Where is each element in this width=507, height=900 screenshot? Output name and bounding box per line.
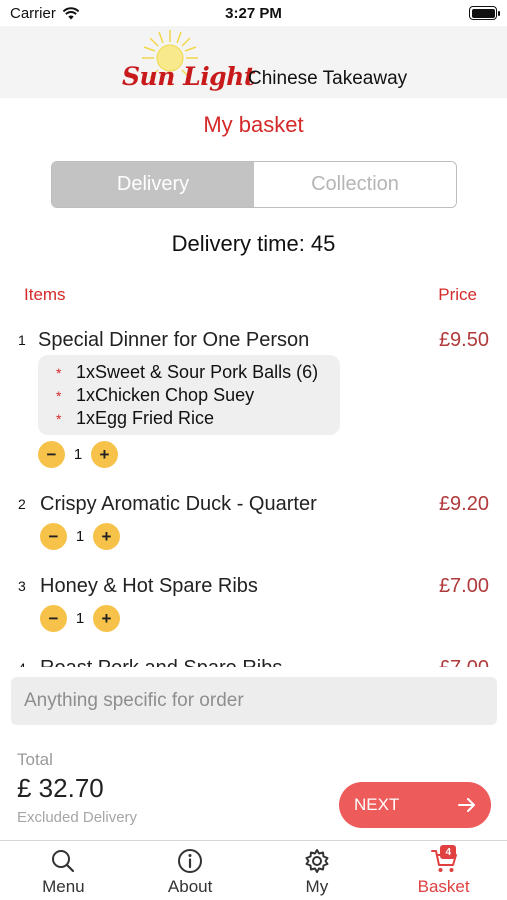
item-name: Crispy Aromatic Duck - Quarter: [40, 493, 317, 515]
battery-icon: [469, 6, 500, 20]
status-bar: Carrier 3:27 PM: [0, 0, 507, 26]
info-icon: [178, 849, 203, 873]
option-line: * 1xSweet & Sour Pork Balls (6): [56, 362, 319, 382]
item-price: £7.00: [438, 575, 489, 597]
item-name: Roast Pork and Spare Ribs: [40, 657, 282, 667]
option-line: * 1xEgg Fried Rice: [56, 408, 215, 428]
page-title: My basket: [203, 112, 304, 137]
basket-item: 1 Special Dinner for One Person £9.50 * 1…: [0, 322, 507, 482]
carrier-label: Carrier: [10, 4, 56, 22]
item-number: 2: [18, 496, 26, 512]
quantity-stepper: − 1 +: [40, 523, 120, 550]
quantity-value: 1: [75, 610, 85, 627]
quantity-stepper: − 1 +: [38, 441, 118, 468]
increase-quantity-button[interactable]: +: [93, 605, 120, 632]
tab-label: My: [305, 877, 329, 896]
item-options: * 1xSweet & Sour Pork Balls (6) * 1xChicke…: [38, 355, 340, 435]
tab-my[interactable]: My: [254, 841, 381, 900]
item-price: £9.50: [438, 329, 489, 351]
items-column-header: Items: [24, 285, 66, 304]
total-label: Total: [17, 750, 53, 769]
tab-basket[interactable]: 4 Basket: [380, 841, 507, 900]
increase-quantity-button[interactable]: +: [91, 441, 118, 468]
delivery-option[interactable]: Delivery: [52, 162, 254, 207]
item-number: 3: [18, 578, 26, 594]
decrease-quantity-button[interactable]: −: [40, 605, 67, 632]
header-banner: Sun Light Chinese Takeaway: [0, 26, 507, 98]
item-name: Honey & Hot Spare Ribs: [40, 575, 258, 597]
price-column-header: Price: [438, 285, 477, 304]
basket-item: 4 Roast Pork and Spare Ribs £7.00: [0, 650, 507, 667]
cart-count-badge: 4: [440, 845, 457, 859]
tab-bar: Menu About My 4 Basket: [0, 840, 507, 900]
delivery-mode-toggle: Delivery Collection: [51, 161, 457, 208]
next-button-label: NEXT: [354, 795, 400, 814]
item-price: £9.20: [438, 493, 489, 515]
quantity-value: 1: [75, 528, 85, 545]
collection-option[interactable]: Collection: [254, 162, 456, 207]
gear-icon: [305, 849, 329, 873]
item-name: Special Dinner for One Person: [38, 329, 310, 351]
decrease-quantity-button[interactable]: −: [40, 523, 67, 550]
wifi-icon: [62, 6, 80, 19]
basket-list[interactable]: 1 Special Dinner for One Person £9.50 * 1…: [0, 322, 507, 667]
option-line: * 1xChicken Chop Suey: [56, 385, 255, 405]
order-note-input[interactable]: [11, 677, 497, 725]
basket-item: 2 Crispy Aromatic Duck - Quarter £9.20 −…: [0, 486, 507, 566]
increase-quantity-button[interactable]: +: [93, 523, 120, 550]
total-amount: £ 32.70: [17, 773, 104, 803]
next-button[interactable]: NEXT: [339, 782, 491, 828]
delivery-time: Delivery time: 45: [171, 231, 336, 256]
item-price: £7.00: [439, 657, 489, 667]
item-number: 4: [18, 660, 26, 667]
decrease-quantity-button[interactable]: −: [38, 441, 65, 468]
asterisk-icon: *: [56, 387, 62, 404]
arrow-right-icon: [458, 798, 475, 812]
brand-subtitle: Chinese Takeaway: [248, 68, 408, 89]
brand-logo-text: Sun Light: [122, 62, 255, 91]
item-number: 1: [18, 332, 26, 348]
quantity-stepper: − 1 +: [40, 605, 120, 632]
tab-label: Basket: [417, 877, 470, 896]
quantity-value: 1: [73, 446, 83, 463]
tab-label: Menu: [42, 877, 85, 896]
search-icon: [52, 850, 75, 873]
tab-label: About: [167, 877, 213, 896]
delivery-excluded-note: Excluded Delivery: [17, 809, 138, 826]
tab-menu[interactable]: Menu: [0, 841, 127, 900]
asterisk-icon: *: [56, 364, 62, 381]
basket-item: 3 Honey & Hot Spare Ribs £7.00 − 1 +: [0, 568, 507, 648]
asterisk-icon: *: [56, 410, 62, 427]
tab-about[interactable]: About: [127, 841, 254, 900]
